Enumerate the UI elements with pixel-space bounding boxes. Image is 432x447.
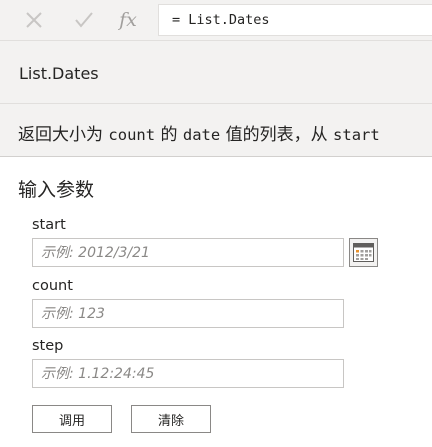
description-code: count [108, 126, 156, 144]
commit-formula-button[interactable] [69, 6, 99, 34]
function-name: List.Dates [19, 64, 99, 83]
checkmark-icon [75, 12, 93, 28]
description-text: 的 [155, 125, 183, 145]
count-label: count [32, 278, 73, 294]
function-description-bar: 返回大小为 count 的 date 值的列表，从 start [0, 103, 432, 157]
parameters-heading: 输入参数 [18, 179, 95, 201]
insert-function-button[interactable]: fx [113, 6, 143, 34]
description-code: date [182, 126, 221, 144]
description-code: start [333, 126, 380, 144]
date-picker-button[interactable] [349, 238, 378, 267]
clear-button[interactable]: 清除 [131, 405, 211, 433]
invoke-button[interactable]: 调用 [32, 405, 112, 433]
close-icon [26, 12, 42, 28]
step-input[interactable] [32, 359, 344, 388]
formula-text: = List.Dates [172, 12, 270, 28]
start-label: start [32, 217, 66, 233]
start-input[interactable] [32, 238, 344, 267]
calendar-icon [353, 243, 374, 262]
count-input[interactable] [32, 299, 344, 328]
description-text: 返回大小为 [18, 125, 109, 145]
formula-input[interactable]: = List.Dates [158, 4, 432, 36]
formula-bar: fx = List.Dates [0, 0, 432, 40]
description-text: 值的列表，从 [220, 125, 334, 145]
function-name-bar: List.Dates [0, 40, 432, 103]
fx-icon: fx [119, 9, 137, 31]
cancel-formula-button[interactable] [19, 6, 49, 34]
function-description: 返回大小为 count 的 date 值的列表，从 start [18, 120, 380, 145]
step-label: step [32, 338, 64, 354]
